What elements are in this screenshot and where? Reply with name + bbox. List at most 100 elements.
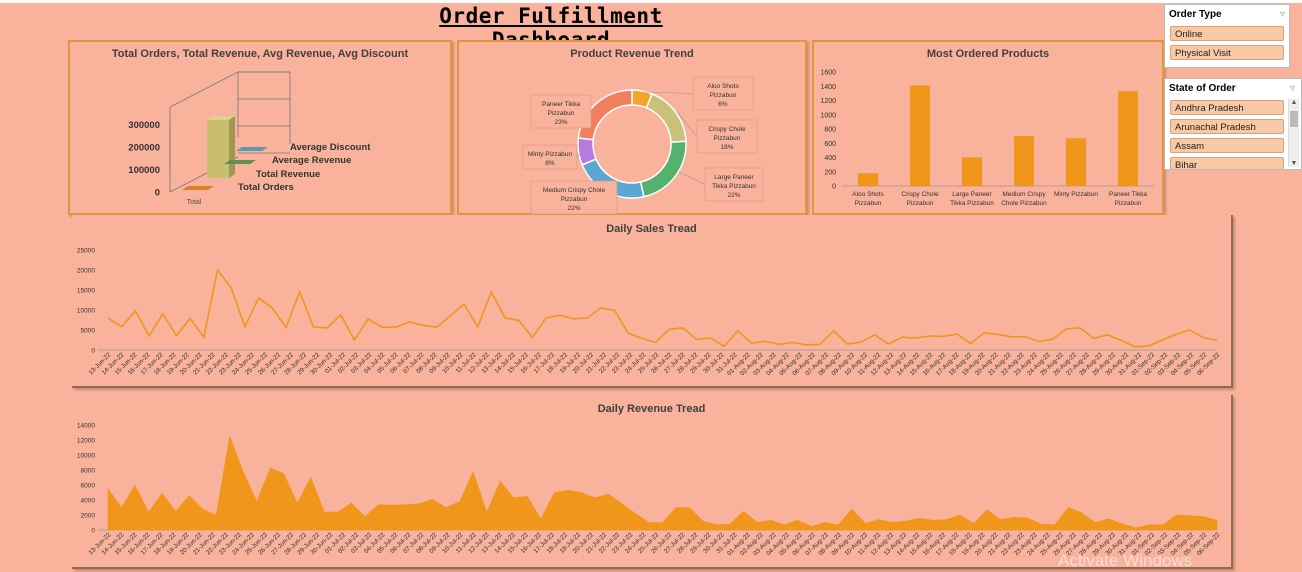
most-ordered-panel[interactable]: Most Ordered Products 0 200 400 600 800 1000 1… xyxy=(812,40,1164,215)
donut-pct-label: 22% xyxy=(567,205,580,212)
bar-total-revenue-side xyxy=(229,116,235,178)
bar-x-label: Pizzabun xyxy=(1115,200,1142,207)
bar-y-tick: 600 xyxy=(824,141,836,148)
bar-chart-svg: 0 200 400 600 800 1000 1200 1400 1600 Aloo Shots P… xyxy=(820,70,1154,207)
donut-pct-label: 18% xyxy=(720,144,733,151)
y-tick: 6000 xyxy=(81,483,96,490)
bar-y-tick: 800 xyxy=(824,127,836,134)
y-tick: 15000 xyxy=(77,288,95,295)
clear-filter-icon[interactable]: ▿ xyxy=(1280,9,1285,20)
slicer-item-arunachal-pradesh[interactable]: Arunachal Pradesh xyxy=(1170,119,1284,134)
kpi-x-tick: Total xyxy=(187,199,202,206)
donut-pct-label: 6% xyxy=(718,101,728,108)
bar-x-label: Pizzabun xyxy=(907,200,934,207)
bar-y-tick: 0 xyxy=(832,184,836,191)
scroll-thumb[interactable] xyxy=(1290,111,1298,127)
kpi-series-label: Average Discount xyxy=(290,142,371,153)
bar-y-tick: 400 xyxy=(824,155,836,162)
kpi-series-label: Average Revenue xyxy=(272,155,351,166)
window-top-border xyxy=(0,0,1302,3)
daily-revenue-panel[interactable]: Daily Revenue Tread 0 2000 4000 6000 8000 100… xyxy=(72,395,1233,569)
bar xyxy=(858,173,878,186)
bar-y-tick: 1400 xyxy=(820,84,836,91)
y-tick: 10000 xyxy=(77,308,95,315)
bar-x-label: Chole Pizzabun xyxy=(1001,200,1047,207)
bar-y-tick: 200 xyxy=(824,169,836,176)
bar-y-tick: 1600 xyxy=(820,70,836,77)
bar-y-tick: 1000 xyxy=(820,112,836,119)
bar xyxy=(1014,136,1034,186)
bar-total-orders xyxy=(182,186,214,190)
revenue-chart-svg: 0200040006000800010000120001400013-Jun-2… xyxy=(77,423,1222,558)
state-slicer-title: State of Order xyxy=(1169,83,1236,94)
slicer-item-online[interactable]: Online xyxy=(1170,26,1284,41)
donut-slice xyxy=(645,92,687,143)
donut-label: Pizzabun xyxy=(714,135,741,142)
revenue-area xyxy=(107,435,1218,531)
y-tick: 20000 xyxy=(77,268,95,275)
y-tick: 14000 xyxy=(77,423,95,430)
y-tick: 8000 xyxy=(81,468,96,475)
slicer-item-physical-visit[interactable]: Physical Visit xyxy=(1170,45,1284,60)
slicer-item-andhra-pradesh[interactable]: Andhra Pradesh xyxy=(1170,100,1284,115)
order-type-slicer-title: Order Type xyxy=(1169,9,1222,20)
bar-x-label: Pizzabun xyxy=(855,200,882,207)
scroll-down-icon[interactable]: ▼ xyxy=(1289,160,1299,167)
donut-label: Large Paneer xyxy=(714,174,754,181)
donut-label: Aloo Shots xyxy=(707,83,739,90)
donut-slice xyxy=(639,140,687,198)
kpi-y-tick: 200000 xyxy=(128,143,160,154)
y-tick: 2000 xyxy=(81,513,96,520)
bar-x-label: Crispy Chole xyxy=(901,191,939,198)
donut-label: Pizzabun xyxy=(710,92,737,99)
y-tick: 0 xyxy=(91,348,95,355)
donut-pct-label: 23% xyxy=(554,119,567,126)
order-type-slicer[interactable]: Order Type ▿ Online Physical Visit xyxy=(1164,4,1290,68)
donut-label: Paneer Tikka xyxy=(542,101,580,108)
y-tick: 12000 xyxy=(77,438,95,445)
bar xyxy=(962,157,982,186)
bar-x-label: Aloo Shots xyxy=(852,191,884,198)
slicer-item-assam[interactable]: Assam xyxy=(1170,138,1284,153)
donut-label: Pizzabun xyxy=(561,196,588,203)
bar-y-tick: 1200 xyxy=(820,98,836,105)
y-tick: 5000 xyxy=(81,328,96,335)
bar-x-label: Tikka Pizzabun xyxy=(950,200,994,207)
y-tick: 25000 xyxy=(77,248,95,255)
sales-line xyxy=(107,268,1218,348)
slicer-scrollbar[interactable]: ▲ ▼ xyxy=(1288,99,1299,167)
product-revenue-panel[interactable]: Product Revenue Trend Aloo Shots Pizzabun… xyxy=(457,40,807,215)
sales-chart-svg: 050001000015000200002500013-Jun-2214-Jun… xyxy=(77,248,1222,378)
donut-pct-label: 22% xyxy=(727,192,740,199)
bar-x-label: Minty Pizzabun xyxy=(1054,191,1098,198)
kpi-chart-svg: 300000 200000 100000 0 Average Discount Avera… xyxy=(128,71,371,206)
donut-label: Pizzabun xyxy=(548,110,575,117)
kpi-series-label: Total Revenue xyxy=(256,169,320,180)
donut-label: Crispy Chole xyxy=(708,126,746,133)
donut-label: Tikka Pizzabun xyxy=(712,183,756,190)
state-slicer[interactable]: State of Order ▿ Andhra Pradesh Arunacha… xyxy=(1164,78,1302,170)
activate-windows-watermark: Activate Windows xyxy=(1058,551,1193,570)
donut-leader-line xyxy=(678,171,706,185)
clear-filter-icon[interactable]: ▿ xyxy=(1290,83,1295,94)
kpi-y-tick: 0 xyxy=(155,188,160,199)
bar xyxy=(1118,91,1138,186)
kpi-chart-panel[interactable]: Total Orders, Total Revenue, Avg Revenue… xyxy=(68,40,452,215)
scroll-up-icon[interactable]: ▲ xyxy=(1289,99,1299,106)
bar-x-label: Medium Crispy xyxy=(1002,191,1046,198)
donut-label: Medium Crispy Chole xyxy=(543,187,606,194)
kpi-y-tick: 100000 xyxy=(128,165,160,176)
y-tick: 0 xyxy=(91,528,95,535)
donut-slice xyxy=(577,137,598,166)
slicer-item-bihar[interactable]: Bihar xyxy=(1170,157,1284,169)
y-tick: 10000 xyxy=(77,453,95,460)
y-tick: 4000 xyxy=(81,498,96,505)
bar xyxy=(1066,138,1086,186)
bar-x-label: Paneer Tikka xyxy=(1109,191,1147,198)
bar xyxy=(910,85,930,186)
kpi-series-label: Total Orders xyxy=(238,182,294,193)
donut-chart-svg: Aloo Shots Pizzabun 6% Crispy Chole Pizzabun… xyxy=(522,76,764,215)
bar-total-revenue xyxy=(207,120,229,178)
kpi-y-tick: 300000 xyxy=(128,120,160,131)
daily-sales-panel[interactable]: Daily Sales Tread 0 5000 10000 15000 20000 25… xyxy=(72,215,1233,388)
